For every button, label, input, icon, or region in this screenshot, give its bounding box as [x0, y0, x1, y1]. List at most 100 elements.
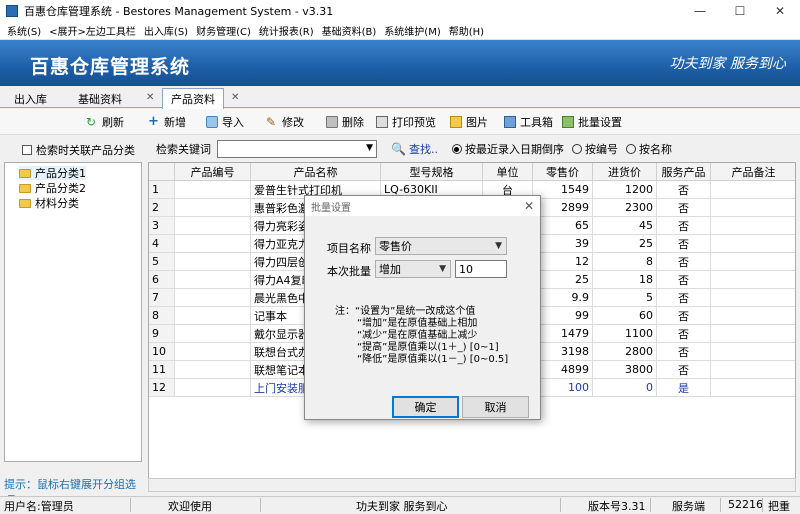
menu-finance[interactable]: 财务管理(C) — [193, 23, 254, 38]
table-cell-code — [175, 235, 251, 253]
refresh-label: 刷新 — [102, 116, 124, 129]
search-input[interactable]: ▼ — [217, 140, 377, 158]
column-header[interactable]: 产品编号 — [175, 163, 251, 181]
window-title: 百惠仓库管理系统 - Bestores Management System - … — [24, 5, 334, 18]
ok-button[interactable]: 确定 — [392, 396, 459, 418]
radio-recent[interactable]: 按最近录入日期倒序 — [451, 141, 564, 157]
batch-settings-button[interactable]: 批量设置 — [562, 113, 622, 131]
refresh-button[interactable]: ↻ 刷新 — [86, 113, 124, 131]
menu-help[interactable]: 帮助(H) — [446, 23, 487, 38]
find-button[interactable]: 🔍 查找.. — [391, 141, 438, 157]
import-button[interactable]: 导入 — [206, 113, 244, 131]
table-cell-svc: 否 — [657, 361, 711, 379]
related-category-checkbox[interactable] — [22, 145, 32, 155]
menu-system[interactable]: 系统(S) — [4, 23, 44, 38]
minimize-button[interactable]: — — [680, 0, 720, 22]
table-cell-n: 4 — [149, 235, 175, 253]
tree-item-material[interactable]: 材料分类 — [19, 196, 79, 210]
toolbox-button[interactable]: 工具箱 — [504, 113, 553, 131]
table-cell-n: 1 — [149, 181, 175, 199]
maximize-button[interactable]: ☐ — [720, 0, 760, 22]
table-cell-cost: 18 — [593, 271, 657, 289]
radio-button[interactable] — [625, 144, 636, 154]
table-cell-cost: 2800 — [593, 343, 657, 361]
refresh-icon: ↻ — [86, 115, 97, 129]
table-cell-code — [175, 253, 251, 271]
table-cell-cost: 2300 — [593, 199, 657, 217]
banner-slogan: 功夫到家 服务到心 — [669, 56, 786, 72]
note-line: “增加”是在原值基础上相加 — [357, 318, 478, 329]
table-cell-n: 10 — [149, 343, 175, 361]
import-icon — [206, 116, 218, 128]
hint-text: 提示：鼠标右键展开分组选项 — [4, 476, 144, 507]
column-header[interactable]: 产品备注 — [711, 163, 795, 181]
tree-item-label: 材料分类 — [35, 197, 79, 210]
dialog-title-bar: 批量设置 ✕ — [305, 196, 540, 216]
column-header[interactable]: 型号规格 — [381, 163, 483, 181]
menu-stock[interactable]: 出入库(S) — [141, 23, 191, 38]
radio-by-name[interactable]: 按名称 — [625, 141, 672, 157]
tab-basic-data[interactable]: 基础资料 — [70, 89, 130, 108]
category-tree: 产品分类1 产品分类2 材料分类 — [4, 162, 142, 462]
import-label: 导入 — [222, 116, 244, 129]
table-cell-svc: 否 — [657, 253, 711, 271]
table-cell-cost: 45 — [593, 217, 657, 235]
image-button[interactable]: 图片 — [450, 113, 488, 131]
table-cell-code — [175, 289, 251, 307]
table-cell-n: 11 — [149, 361, 175, 379]
close-icon[interactable]: ✕ — [231, 92, 239, 103]
print-preview-button[interactable]: 打印预览 — [376, 113, 436, 131]
menu-expand-toolbar[interactable]: <展开>左边工具栏 — [46, 23, 139, 38]
table-cell-retail: 1479 — [533, 325, 593, 343]
tree-item-category1[interactable]: 产品分类1 — [19, 166, 86, 180]
horizontal-scrollbar[interactable] — [148, 478, 796, 492]
menu-basic-data[interactable]: 基础资料(B) — [319, 23, 380, 38]
search-icon: 🔍 — [391, 142, 406, 156]
note-line: “降低”是原值乘以(1－_) [0~0.5] — [357, 354, 509, 365]
related-category-label: 检索时关联产品分类 — [36, 144, 135, 157]
column-header[interactable]: 产品名称 — [251, 163, 381, 181]
delete-button[interactable]: 删除 — [326, 113, 364, 131]
app-icon — [6, 5, 18, 17]
tab-product-data[interactable]: 产品资料 — [162, 88, 224, 109]
table-cell-retail: 1549 — [533, 181, 593, 199]
tree-item-label: 产品分类2 — [35, 182, 86, 195]
radio-label: 按名称 — [638, 143, 672, 156]
column-header[interactable] — [149, 163, 175, 181]
chevron-down-icon[interactable]: ▼ — [366, 143, 373, 153]
column-header[interactable]: 零售价 — [533, 163, 593, 181]
close-icon[interactable]: ✕ — [524, 199, 534, 213]
amount-input[interactable]: 10 — [455, 260, 507, 278]
radio-by-code[interactable]: 按编号 — [571, 141, 618, 157]
table-cell-svc: 否 — [657, 271, 711, 289]
column-header[interactable]: 进货价 — [593, 163, 657, 181]
table-cell-retail: 65 — [533, 217, 593, 235]
tree-item-category2[interactable]: 产品分类2 — [19, 181, 86, 195]
chevron-down-icon: ▼ — [495, 241, 502, 251]
cancel-button[interactable]: 取消 — [462, 396, 529, 418]
table-cell-code — [175, 379, 251, 397]
add-button[interactable]: + 新增 — [148, 113, 186, 131]
table-cell-n: 7 — [149, 289, 175, 307]
toolbox-label: 工具箱 — [520, 116, 553, 129]
close-icon[interactable]: ✕ — [146, 92, 154, 103]
batch-settings-dialog: 批量设置 ✕ 项目名称 零售价 ▼ 本次批量 增加 ▼ 10 注：“设置为”是统一改… — [304, 195, 541, 420]
column-header[interactable]: 单位 — [483, 163, 533, 181]
radio-button[interactable] — [451, 144, 462, 154]
plus-icon: + — [148, 114, 159, 129]
app-banner: 百惠仓库管理系统 功夫到家 服务到心 — [0, 40, 800, 86]
close-button[interactable]: ✕ — [760, 0, 800, 22]
radio-button[interactable] — [571, 144, 582, 154]
menu-maintenance[interactable]: 系统维护(M) — [381, 23, 443, 38]
operation-select[interactable]: 增加 ▼ — [375, 260, 451, 278]
menu-reports[interactable]: 统计报表(R) — [256, 23, 317, 38]
related-category-checkbox-row[interactable]: 检索时关联产品分类 — [4, 139, 142, 161]
tab-stock[interactable]: 出入库 — [6, 89, 55, 108]
tree-item-label: 产品分类1 — [35, 167, 86, 180]
edit-button[interactable]: ✎ 修改 — [266, 113, 304, 131]
field-select[interactable]: 零售价 ▼ — [375, 237, 507, 255]
table-cell-note — [711, 271, 795, 289]
column-header[interactable]: 服务产品 — [657, 163, 711, 181]
table-cell-code — [175, 325, 251, 343]
table-cell-retail: 25 — [533, 271, 593, 289]
